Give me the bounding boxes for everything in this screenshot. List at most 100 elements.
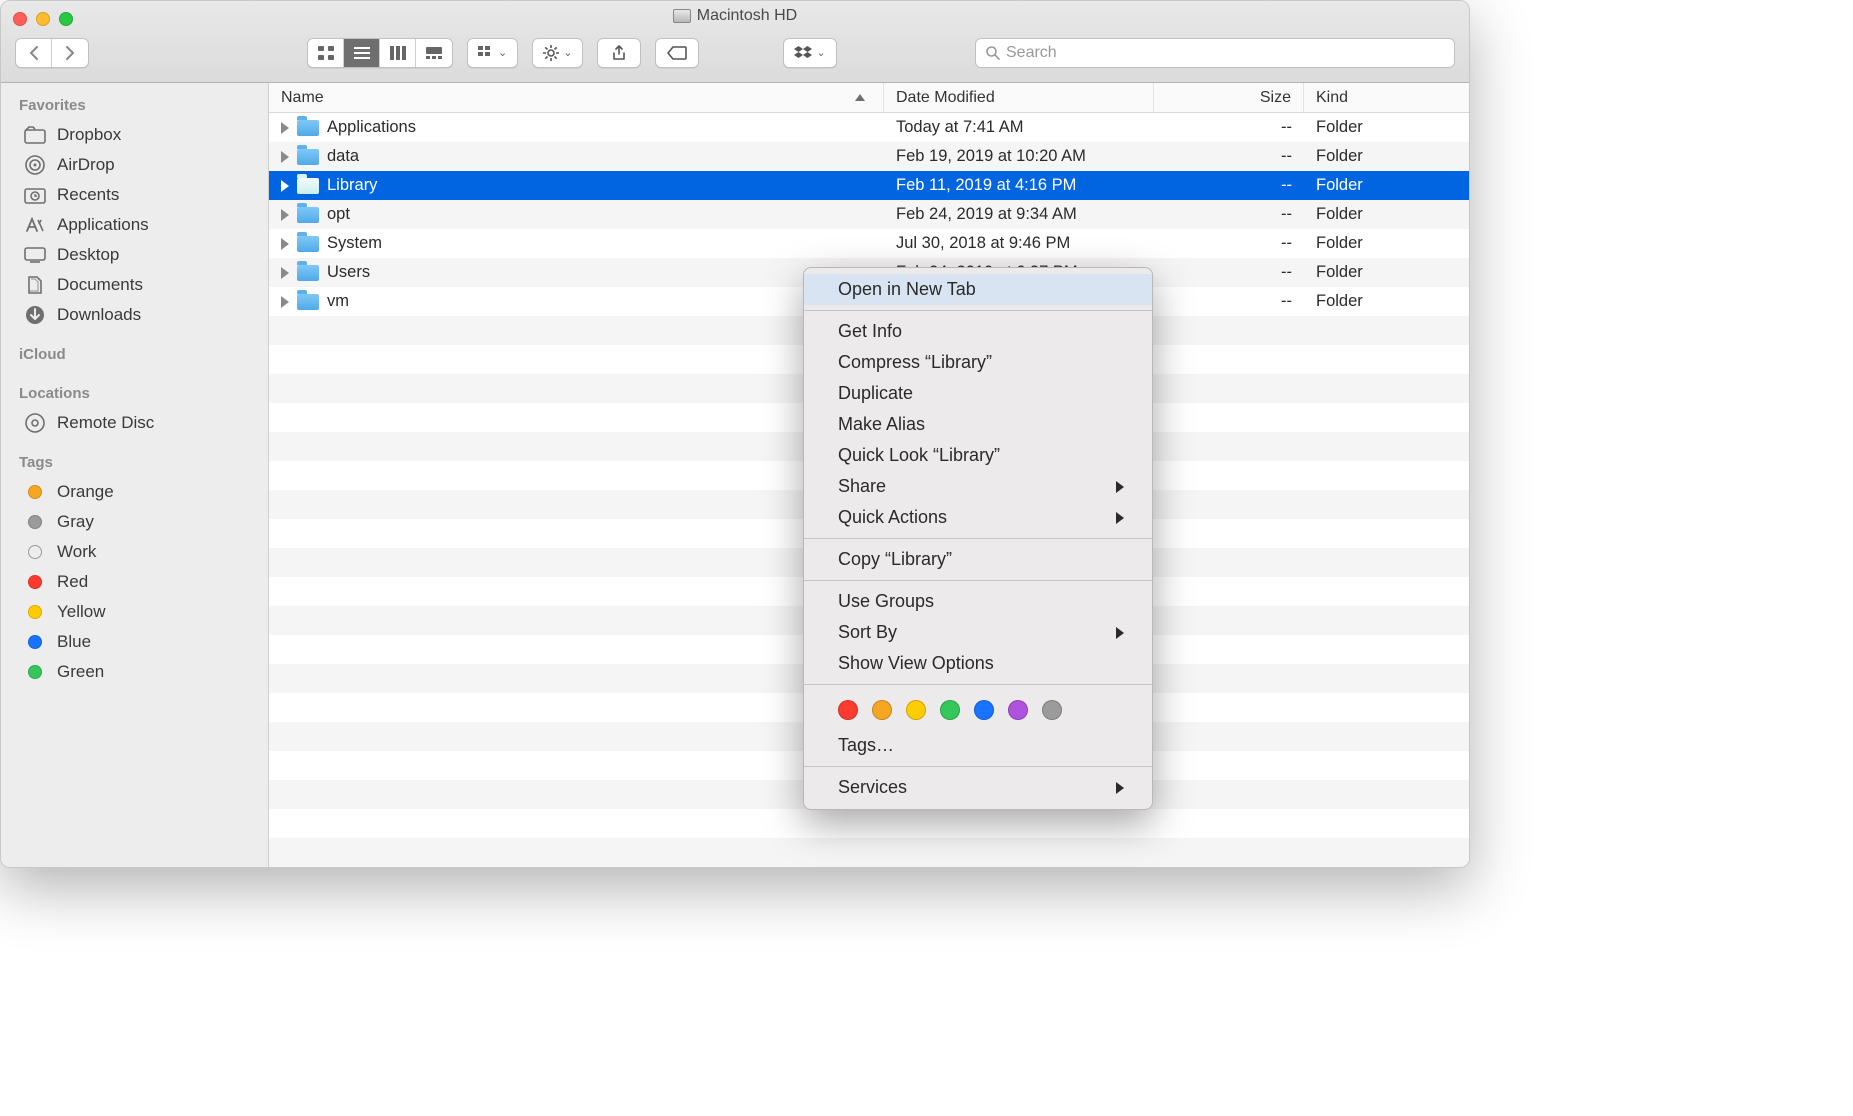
groupby-button[interactable]: ⌄ — [467, 38, 518, 68]
tag-color-button[interactable] — [838, 700, 858, 720]
minimize-window-button[interactable] — [36, 12, 50, 26]
folder-icon — [297, 265, 319, 281]
window-title-text: Macintosh HD — [697, 7, 797, 25]
file-size: -- — [1154, 147, 1304, 166]
sidebar-item-documents[interactable]: Documents — [1, 270, 268, 300]
sidebar: FavoritesDropboxAirDropRecentsApplicatio… — [1, 83, 269, 867]
downloads-icon — [23, 305, 47, 325]
context-menu-item[interactable]: Make Alias — [804, 409, 1152, 440]
sidebar-item-yellow[interactable]: Yellow — [1, 597, 268, 627]
sidebar-item-remote-disc[interactable]: Remote Disc — [1, 408, 268, 438]
sidebar-item-work[interactable]: Work — [1, 537, 268, 567]
sidebar-item-dropbox[interactable]: Dropbox — [1, 120, 268, 150]
search-field[interactable]: Search — [975, 38, 1455, 68]
back-button[interactable] — [16, 39, 52, 67]
tag-color-button[interactable] — [906, 700, 926, 720]
zoom-window-button[interactable] — [59, 12, 73, 26]
toolbar: ⌄ ⌄ ⌄ Search — [1, 31, 1469, 82]
sidebar-item-recents[interactable]: Recents — [1, 180, 268, 210]
context-menu-item[interactable]: Services — [804, 772, 1152, 803]
context-menu-item[interactable]: Duplicate — [804, 378, 1152, 409]
column-header-size[interactable]: Size — [1154, 83, 1304, 112]
sidebar-item-downloads[interactable]: Downloads — [1, 300, 268, 330]
sidebar-section-icloud: iCloud — [1, 342, 268, 369]
sidebar-item-gray[interactable]: Gray — [1, 507, 268, 537]
column-header-name[interactable]: Name — [269, 83, 884, 112]
gear-icon — [543, 45, 559, 61]
action-button[interactable]: ⌄ — [532, 38, 583, 68]
hard-drive-icon — [673, 9, 691, 23]
file-row[interactable]: optFeb 24, 2019 at 9:34 AM--Folder — [269, 200, 1469, 229]
dropbox-toolbar-button[interactable]: ⌄ — [783, 38, 836, 68]
context-menu-item[interactable]: Sort By — [804, 617, 1152, 648]
share-icon — [612, 45, 626, 61]
file-row[interactable]: dataFeb 19, 2019 at 10:20 AM--Folder — [269, 142, 1469, 171]
menu-separator — [804, 580, 1152, 581]
disclosure-triangle-icon[interactable] — [281, 209, 289, 221]
context-menu-item[interactable]: Show View Options — [804, 648, 1152, 679]
sidebar-item-orange[interactable]: Orange — [1, 477, 268, 507]
empty-row — [269, 809, 1469, 838]
disclosure-triangle-icon[interactable] — [281, 238, 289, 250]
context-menu-item[interactable]: Get Info — [804, 316, 1152, 347]
close-window-button[interactable] — [13, 12, 27, 26]
sidebar-item-green[interactable]: Green — [1, 657, 268, 687]
file-size: -- — [1154, 234, 1304, 253]
file-row[interactable]: SystemJul 30, 2018 at 9:46 PM--Folder — [269, 229, 1469, 258]
folder-icon — [297, 149, 319, 165]
chevron-down-icon: ⌄ — [563, 46, 572, 59]
context-menu-item[interactable]: Tags… — [804, 730, 1152, 761]
share-button[interactable] — [597, 38, 641, 68]
desktop-icon — [23, 245, 47, 265]
file-row[interactable]: LibraryFeb 11, 2019 at 4:16 PM--Folder — [269, 171, 1469, 200]
icon-view-button[interactable] — [308, 39, 344, 67]
sidebar-item-desktop[interactable]: Desktop — [1, 240, 268, 270]
tag-color-button[interactable] — [1042, 700, 1062, 720]
tag-color-button[interactable] — [1008, 700, 1028, 720]
tag-icon — [667, 46, 687, 60]
column-view-button[interactable] — [380, 39, 416, 67]
list-view-button[interactable] — [344, 39, 380, 67]
sidebar-item-blue[interactable]: Blue — [1, 627, 268, 657]
forward-button[interactable] — [52, 39, 88, 67]
file-row[interactable]: ApplicationsToday at 7:41 AM--Folder — [269, 113, 1469, 142]
context-menu-item[interactable]: Copy “Library” — [804, 544, 1152, 575]
sidebar-item-label: Red — [57, 572, 88, 592]
tag-color-button[interactable] — [974, 700, 994, 720]
sidebar-item-applications[interactable]: Applications — [1, 210, 268, 240]
file-size: -- — [1154, 263, 1304, 282]
sidebar-item-red[interactable]: Red — [1, 567, 268, 597]
menu-separator — [804, 310, 1152, 311]
disclosure-triangle-icon[interactable] — [281, 151, 289, 163]
context-menu-item[interactable]: Open in New Tab — [804, 274, 1152, 305]
sidebar-item-airdrop[interactable]: AirDrop — [1, 150, 268, 180]
context-tags-row — [804, 690, 1152, 730]
context-menu-item[interactable]: Quick Actions — [804, 502, 1152, 533]
applications-icon — [23, 215, 47, 235]
disclosure-triangle-icon[interactable] — [281, 267, 289, 279]
tag-color-button[interactable] — [940, 700, 960, 720]
sidebar-item-label: Green — [57, 662, 104, 682]
file-size: -- — [1154, 118, 1304, 137]
disclosure-triangle-icon[interactable] — [281, 122, 289, 134]
tag-color-icon — [23, 512, 47, 532]
context-menu-item[interactable]: Quick Look “Library” — [804, 440, 1152, 471]
finder-window: Macintosh HD — [0, 0, 1470, 868]
tag-color-button[interactable] — [872, 700, 892, 720]
context-menu-label: Get Info — [838, 321, 902, 342]
airdrop-icon — [23, 155, 47, 175]
column-header-date[interactable]: Date Modified — [884, 83, 1154, 112]
edit-tags-button[interactable] — [655, 38, 699, 68]
context-menu-item[interactable]: Compress “Library” — [804, 347, 1152, 378]
menu-separator — [804, 684, 1152, 685]
file-date: Jul 30, 2018 at 9:46 PM — [884, 234, 1154, 253]
file-kind: Folder — [1304, 118, 1469, 137]
context-menu-item[interactable]: Share — [804, 471, 1152, 502]
gallery-view-button[interactable] — [416, 39, 452, 67]
context-menu-item[interactable]: Use Groups — [804, 586, 1152, 617]
chevron-down-icon: ⌄ — [498, 46, 507, 59]
file-kind: Folder — [1304, 147, 1469, 166]
disclosure-triangle-icon[interactable] — [281, 296, 289, 308]
column-header-kind[interactable]: Kind — [1304, 83, 1469, 112]
disclosure-triangle-icon[interactable] — [281, 180, 289, 192]
